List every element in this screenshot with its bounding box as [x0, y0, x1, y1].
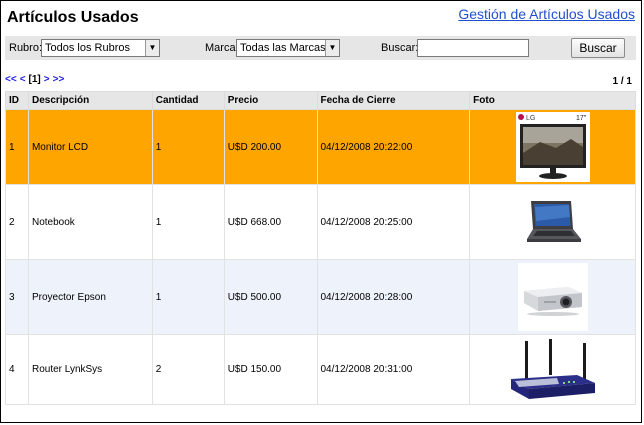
search-button[interactable]: Buscar	[571, 38, 625, 58]
search-input[interactable]	[417, 39, 529, 57]
col-header-foto: Foto	[469, 91, 636, 110]
cell-foto	[469, 259, 636, 335]
cell-fecha: 04/12/2008 20:28:00	[316, 259, 471, 335]
table-header-row: ID Descripción Cantidad Precio Fecha de …	[5, 91, 636, 110]
cell-fecha: 04/12/2008 20:25:00	[316, 184, 471, 260]
cell-precio: U$D 500.00	[223, 259, 318, 335]
marca-select[interactable]: Todas las Marcas ▼	[236, 39, 340, 57]
cell-descripcion: Proyector Epson	[27, 259, 153, 335]
cell-fecha: 04/12/2008 20:22:00	[316, 109, 471, 185]
cell-cantidad: 1	[151, 109, 225, 185]
cell-descripcion: Notebook	[27, 184, 153, 260]
projector-photo[interactable]	[517, 263, 588, 331]
cell-precio: U$D 668.00	[223, 184, 318, 260]
chevron-down-icon: ▼	[145, 40, 159, 56]
cell-descripcion: Monitor LCD	[27, 109, 153, 185]
current-page: [1]	[28, 74, 41, 85]
prev-page-link[interactable]: <	[20, 74, 26, 85]
notebook-photo[interactable]	[523, 199, 583, 245]
cell-descripcion: Router LynkSys	[27, 334, 153, 405]
cell-id: 2	[5, 184, 29, 260]
page-title: Artículos Usados	[7, 9, 139, 26]
col-header-descripcion: Descripción	[27, 91, 153, 110]
cell-foto	[469, 184, 636, 260]
table-row[interactable]: 3 Proyector Epson 1 U$D 500.00 04/12/200…	[5, 259, 636, 335]
filter-bar: Rubro: Todos los Rubros ▼ Marca: Todas l…	[5, 36, 636, 60]
table-row[interactable]: 2 Notebook 1 U$D 668.00 04/12/2008 20:25…	[5, 184, 636, 260]
page-frame: Artículos Usados Gestión de Artículos Us…	[0, 0, 642, 423]
buscar-label: Buscar:	[381, 42, 419, 54]
col-header-precio: Precio	[223, 91, 318, 110]
cell-fecha: 04/12/2008 20:31:00	[316, 334, 471, 405]
router-photo[interactable]	[507, 337, 599, 403]
cell-id: 4	[5, 334, 29, 405]
rubro-selected-value: Todos los Rubros	[45, 42, 130, 54]
cell-precio: U$D 200.00	[223, 109, 318, 185]
cell-precio: U$D 150.00	[223, 334, 318, 405]
brand-logo-text: LG	[526, 115, 535, 122]
manage-used-items-link[interactable]: Gestión de Artículos Usados	[458, 6, 635, 22]
cell-foto	[469, 334, 636, 405]
col-header-fecha: Fecha de Cierre	[316, 91, 471, 110]
chevron-down-icon: ▼	[325, 40, 339, 56]
next-page-link[interactable]: >	[44, 74, 50, 85]
marca-selected-value: Todas las Marcas	[240, 42, 326, 54]
marca-label: Marca:	[205, 42, 239, 54]
cell-foto: LG 17"	[469, 109, 636, 185]
rubro-label: Rubro:	[9, 42, 43, 54]
cell-id: 1	[5, 109, 29, 185]
col-header-cantidad: Cantidad	[151, 91, 225, 110]
cell-cantidad: 1	[151, 259, 225, 335]
pager: << < [1] > >> 1 / 1	[5, 74, 636, 90]
cell-cantidad: 2	[151, 334, 225, 405]
table-row[interactable]: 1 Monitor LCD 1 U$D 200.00 04/12/2008 20…	[5, 109, 636, 185]
cell-cantidad: 1	[151, 184, 225, 260]
page-count: 1 / 1	[612, 76, 632, 87]
last-page-link[interactable]: >>	[53, 74, 65, 85]
first-page-link[interactable]: <<	[5, 74, 17, 85]
lcd-monitor-photo[interactable]: LG 17"	[515, 112, 590, 182]
items-table: ID Descripción Cantidad Precio Fecha de …	[5, 91, 636, 405]
rubro-select[interactable]: Todos los Rubros ▼	[41, 39, 160, 57]
col-header-id: ID	[5, 91, 29, 110]
screen-size-text: 17"	[576, 115, 587, 122]
table-row[interactable]: 4 Router LynkSys 2 U$D 150.00 04/12/2008…	[5, 334, 636, 405]
cell-id: 3	[5, 259, 29, 335]
